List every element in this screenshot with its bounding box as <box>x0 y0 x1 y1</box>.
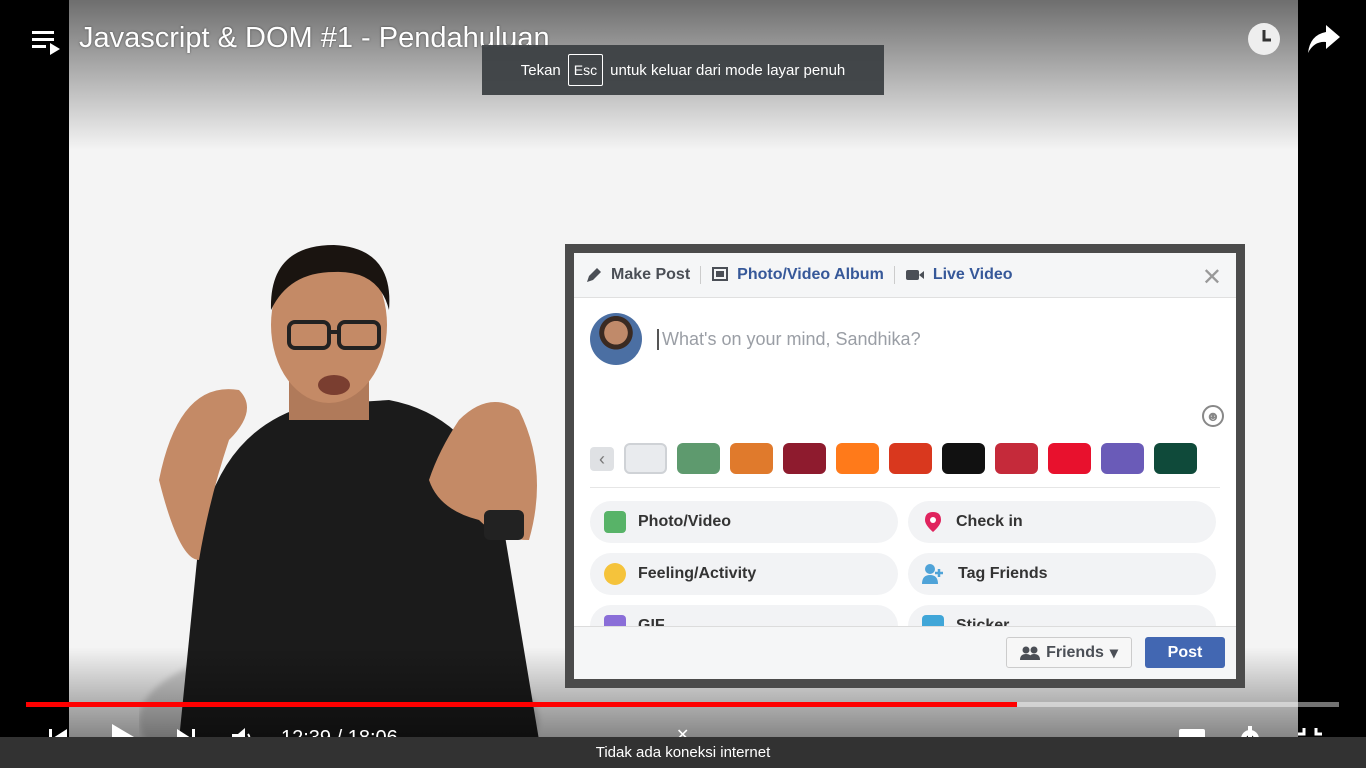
composer-header: Make Post Photo/Video Album Live Video ✕ <box>574 253 1236 298</box>
post-button: Post <box>1145 637 1225 668</box>
composer-card: Make Post Photo/Video Album Live Video ✕… <box>574 253 1236 679</box>
progress-played <box>26 702 1018 707</box>
album-icon <box>712 267 729 281</box>
facebook-post-composer: Make Post Photo/Video Album Live Video ✕… <box>565 244 1245 688</box>
color-swatch <box>1048 443 1091 474</box>
color-swatch <box>889 443 932 474</box>
tab-make-post: Make Post <box>585 266 690 284</box>
color-swatch <box>783 443 826 474</box>
action-check-in: Check in <box>908 501 1216 543</box>
action-tag-friends: Tag Friends <box>908 553 1216 595</box>
caret-down-icon: ▾ <box>1109 644 1118 662</box>
video-camera-icon <box>905 270 924 280</box>
color-swatch <box>730 443 773 474</box>
divider <box>893 266 895 284</box>
location-pin-icon <box>925 512 941 532</box>
background-swatches: ‹ <box>590 443 1207 474</box>
video-title[interactable]: Javascript & DOM #1 - Pendahuluan <box>79 22 550 55</box>
offline-notification: Tidak ada koneksi internet <box>0 737 1366 768</box>
smiley-icon <box>604 563 626 585</box>
action-feeling-activity: Feeling/Activity <box>590 553 898 595</box>
color-swatch <box>942 443 985 474</box>
color-swatch <box>1101 443 1144 474</box>
close-icon: ✕ <box>1201 264 1222 291</box>
color-swatch <box>1154 443 1197 474</box>
action-label: Photo/Video <box>638 513 732 530</box>
photo-icon <box>604 511 626 533</box>
esc-key-badge: Esc <box>567 54 604 86</box>
action-label: Check in <box>956 513 1023 530</box>
audience-label: Friends <box>1046 643 1104 661</box>
hint-suffix: untuk keluar dari mode layar penuh <box>610 61 846 79</box>
composer-footer: Friends ▾ Post <box>574 626 1236 679</box>
avatar <box>590 313 642 365</box>
color-swatch <box>677 443 720 474</box>
audience-selector: Friends ▾ <box>1006 637 1132 668</box>
emoji-icon: ☻ <box>1202 405 1224 427</box>
color-swatch <box>836 443 879 474</box>
color-swatch <box>995 443 1038 474</box>
color-swatch <box>624 443 667 474</box>
share-icon[interactable] <box>1306 23 1342 55</box>
tag-friends-icon <box>922 564 943 584</box>
tab-label: Make Post <box>611 266 691 283</box>
divider <box>700 266 702 284</box>
post-text-placeholder: What's on your mind, Sandhika? <box>657 329 921 350</box>
watch-later-icon[interactable] <box>1246 21 1282 57</box>
offline-message: Tidak ada koneksi internet <box>595 744 771 761</box>
friends-icon <box>1020 646 1041 660</box>
progress-bar[interactable] <box>26 702 1339 707</box>
tab-label: Live Video <box>932 266 1013 283</box>
tab-label: Photo/Video Album <box>737 266 884 283</box>
video-player[interactable]: Javascript & DOM #1 - Pendahuluan Tekan … <box>0 0 1366 768</box>
action-label: Tag Friends <box>958 565 1048 582</box>
divider <box>590 487 1220 488</box>
hint-prefix: Tekan <box>520 61 561 79</box>
tab-live-video: Live Video <box>905 266 1013 284</box>
action-photo-video: Photo/Video <box>590 501 898 543</box>
pencil-icon <box>587 268 601 282</box>
tab-photo-video-album: Photo/Video Album <box>711 266 884 284</box>
fullscreen-exit-hint: Tekan Esc untuk keluar dari mode layar p… <box>482 45 884 95</box>
playlist-icon[interactable] <box>30 27 62 57</box>
action-label: Feeling/Activity <box>638 565 757 582</box>
chevron-left-icon: ‹ <box>590 446 614 471</box>
